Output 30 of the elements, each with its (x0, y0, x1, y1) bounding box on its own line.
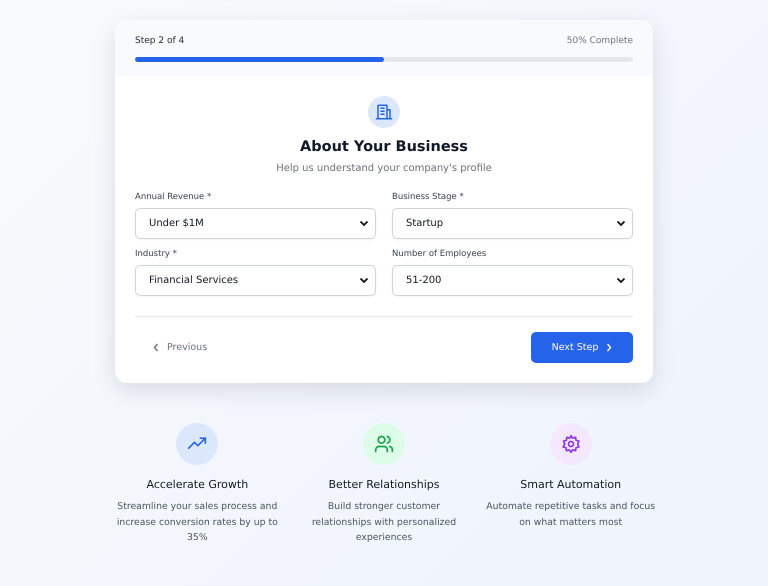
select-field[interactable]: Startup (392, 208, 633, 239)
chevron-down-icon (359, 277, 369, 284)
chevron-down-icon (616, 220, 626, 227)
previous-button[interactable]: Previous (135, 334, 226, 361)
feature-title: Accelerate Growth (146, 478, 248, 491)
users-icon (363, 423, 405, 465)
select-field[interactable]: Financial Services (135, 265, 376, 296)
feature-title: Better Relationships (328, 478, 440, 491)
progress-percent: 50% Complete (566, 36, 633, 46)
select-field[interactable]: Under $1M (135, 208, 376, 239)
feature-title: Smart Automation (520, 478, 622, 491)
field-label: Annual Revenue * (135, 192, 212, 202)
chevron-down-icon (616, 277, 626, 284)
trend-up-icon (176, 423, 218, 465)
feature-description: Streamline your sales process and increase conversion rates by up to 35% (116, 500, 279, 545)
step-label: Step 2 of 4 (135, 36, 184, 46)
feature-description: Build stronger customer relationships with personalized experiences (310, 500, 458, 545)
field-label: Business Stage * (392, 192, 465, 202)
chevron-left-icon (153, 343, 159, 352)
building-icon (368, 96, 400, 128)
next-step-button[interactable]: Next Step (531, 332, 633, 363)
feature-description: Automate repetitive tasks and focus on what matters most (486, 500, 656, 530)
section-subtitle: Help us understand your company's profile (276, 163, 492, 174)
field-label: Number of Employees (392, 249, 488, 259)
field-label: Industry * (135, 249, 178, 259)
select-field[interactable]: 51-200 (392, 265, 633, 296)
gear-icon (550, 423, 592, 465)
chevron-down-icon (359, 220, 369, 227)
chevron-right-icon (606, 343, 612, 352)
section-title: About Your Business (300, 139, 468, 155)
